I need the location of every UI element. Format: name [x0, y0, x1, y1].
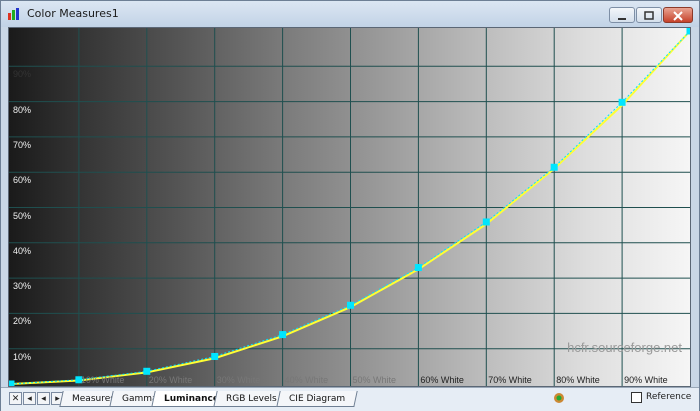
- x-tick-label: 60% White: [420, 375, 464, 385]
- y-tick-label: 80%: [13, 104, 32, 115]
- y-tick-label: 10%: [13, 351, 32, 362]
- y-tick-label: 70%: [13, 139, 32, 150]
- measured-point: [143, 367, 151, 375]
- measured-point: [279, 331, 287, 339]
- measured-point: [618, 98, 626, 106]
- close-icon: [673, 11, 683, 21]
- first-tab-button[interactable]: ◂: [23, 392, 36, 405]
- maximize-button[interactable]: [636, 7, 662, 23]
- prev-tab-button[interactable]: ◂: [37, 392, 50, 405]
- reference-label: Reference: [646, 392, 692, 402]
- bottom-toolbar: ✕ ◂ ◂ ▸ Measures Gamma Luminance RGB Lev…: [1, 387, 699, 411]
- x-tick-label: 20% White: [148, 375, 193, 385]
- tab-cie-diagram[interactable]: CIE Diagram: [276, 391, 358, 407]
- chart-app-icon: [8, 8, 19, 20]
- x-tick-label: 50% White: [352, 375, 397, 385]
- app-window: Color Measures1 90% 80% 70% 60% 50% 40% 30% 20%…: [0, 0, 700, 411]
- minimize-button[interactable]: [609, 7, 635, 23]
- reference-checkbox[interactable]: [631, 392, 642, 403]
- y-tick-label: 20%: [13, 316, 32, 327]
- measured-point: [686, 28, 690, 35]
- y-tick-label: 90%: [13, 69, 32, 80]
- y-tick-label: 40%: [13, 245, 32, 256]
- measured-point: [347, 301, 354, 309]
- watermark: hcfr.sourceforge.net: [567, 340, 682, 355]
- measured-point: [550, 163, 558, 171]
- minimize-icon: [618, 18, 626, 20]
- x-tick-label: 80% White: [556, 375, 600, 385]
- x-tick-label: 30% White: [216, 375, 261, 385]
- maximize-icon: [644, 11, 654, 20]
- measured-point: [482, 218, 490, 226]
- close-button[interactable]: [663, 7, 693, 23]
- luminance-chart: 90% 80% 70% 60% 50% 40% 30% 20% 10% 10% White 20%…: [8, 27, 691, 387]
- chart-svg: [9, 28, 690, 386]
- measured-point: [211, 352, 219, 360]
- status-icon: [554, 393, 564, 403]
- measured-point: [414, 264, 422, 272]
- title-bar[interactable]: Color Measures1: [1, 1, 699, 27]
- window-title: Color Measures1: [27, 7, 119, 20]
- x-tick-label: 90% White: [624, 375, 668, 385]
- x-tick-label: 40% White: [284, 375, 329, 385]
- x-tick-label: 70% White: [488, 375, 532, 385]
- y-tick-label: 30%: [13, 281, 32, 292]
- close-view-button[interactable]: ✕: [9, 392, 22, 405]
- x-tick-label: 10% White: [80, 375, 125, 385]
- y-tick-label: 60%: [13, 175, 32, 186]
- y-tick-label: 50%: [13, 210, 32, 221]
